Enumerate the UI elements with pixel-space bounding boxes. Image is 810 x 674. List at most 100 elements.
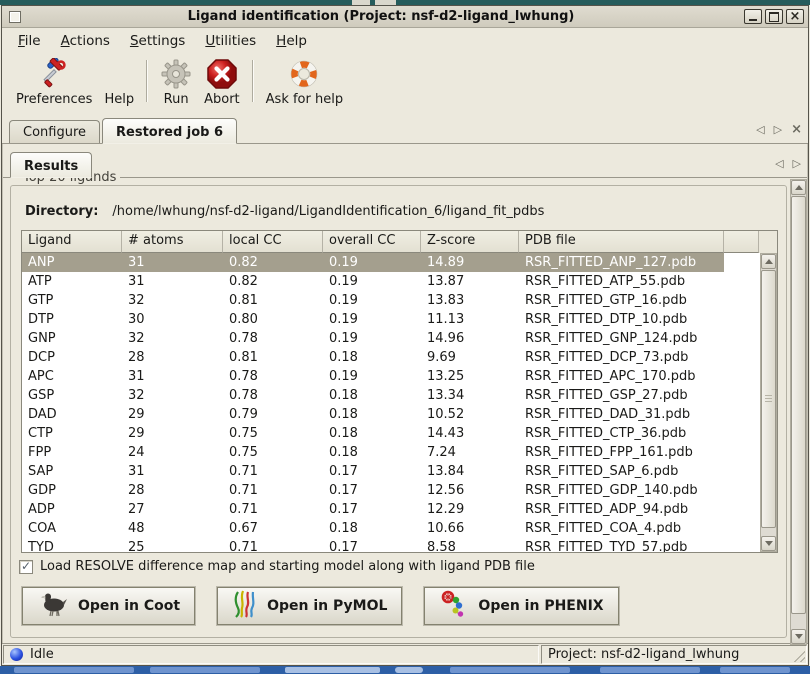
preferences-button[interactable]: Preferences	[10, 56, 98, 108]
tab-configure[interactable]: Configure	[9, 120, 100, 143]
column-header[interactable]: Ligand	[22, 231, 122, 253]
column-header[interactable]: overall CC	[323, 231, 421, 253]
results-tabbar: Results	[3, 144, 807, 178]
table-cell: 32	[122, 329, 223, 348]
open-in-coot-button[interactable]: Open in Coot	[22, 587, 195, 625]
results-page: Top 20 ligands Directory:/home/lwhung/ns…	[3, 178, 807, 643]
table-row[interactable]: GSP320.780.1813.34RSR_FITTED_GSP_27.pdb	[22, 386, 724, 405]
table-cell: RSR_FITTED_ADP_94.pdb	[519, 500, 724, 519]
checkbox-checked-icon[interactable]	[19, 560, 33, 574]
tab-scroll-right-icon[interactable]	[774, 123, 782, 136]
scroll-down-icon[interactable]	[791, 629, 806, 644]
toolbar-label: Run	[164, 92, 189, 107]
button-label: Open in PHENIX	[478, 598, 603, 614]
table-cell: 32	[122, 386, 223, 405]
table-rows: ANP310.820.1914.89RSR_FITTED_ANP_127.pdb…	[22, 253, 777, 552]
table-cell: DCP	[22, 348, 122, 367]
ask-for-help-button[interactable]: Ask for help	[260, 56, 349, 108]
table-row[interactable]: APC310.780.1913.25RSR_FITTED_APC_170.pdb	[22, 367, 724, 386]
table-cell: DTP	[22, 310, 122, 329]
table-row[interactable]: DTP300.800.1911.13RSR_FITTED_DTP_10.pdb	[22, 310, 724, 329]
table-row[interactable]: GTP320.810.1913.83RSR_FITTED_GTP_16.pdb	[22, 291, 724, 310]
tab-results[interactable]: Results	[10, 152, 92, 178]
table-cell: 32	[122, 291, 223, 310]
page-scrollbar[interactable]	[790, 179, 807, 645]
menu-settings[interactable]: Settings	[120, 30, 195, 52]
taskbar-item	[285, 667, 380, 673]
column-header[interactable]: PDB file	[519, 231, 724, 253]
maximize-button[interactable]	[765, 9, 783, 24]
directory-path: /home/lwhung/nsf-d2-ligand/LigandIdentif…	[112, 204, 544, 219]
table-row[interactable]: CTP290.750.1814.43RSR_FITTED_CTP_36.pdb	[22, 424, 724, 443]
scroll-up-icon[interactable]	[791, 180, 806, 195]
table-cell: 28	[122, 348, 223, 367]
tab-scroll-left-icon[interactable]	[775, 157, 783, 170]
table-cell: RSR_FITTED_ATP_55.pdb	[519, 272, 724, 291]
column-header[interactable]: # atoms	[122, 231, 223, 253]
titlebar[interactable]: Ligand identification (Project: nsf-d2-l…	[2, 6, 808, 28]
table-row[interactable]: COA480.670.1810.66RSR_FITTED_COA_4.pdb	[22, 519, 724, 538]
table-cell: 11.13	[421, 310, 519, 329]
table-cell: RSR_FITTED_APC_170.pdb	[519, 367, 724, 386]
open-in-phenix-button[interactable]: Open in PHENIX	[424, 587, 618, 625]
table-row[interactable]: ADP270.710.1712.29RSR_FITTED_ADP_94.pdb	[22, 500, 724, 519]
project-text: Project: nsf-d2-ligand_lwhung	[548, 647, 739, 662]
table-cell: 0.82	[223, 253, 323, 272]
table-cell: COA	[22, 519, 122, 538]
table-cell: 0.18	[323, 443, 421, 462]
table-row[interactable]: GDP280.710.1712.56RSR_FITTED_GDP_140.pdb	[22, 481, 724, 500]
table-scrollbar[interactable]	[760, 253, 777, 552]
toolbar-label: Abort	[204, 92, 240, 107]
close-button[interactable]	[786, 9, 804, 24]
table-row[interactable]: ATP310.820.1913.87RSR_FITTED_ATP_55.pdb	[22, 272, 724, 291]
menu-utilities[interactable]: Utilities	[195, 30, 266, 52]
table-row[interactable]: DAD290.790.1810.52RSR_FITTED_DAD_31.pdb	[22, 405, 724, 424]
table-cell: RSR_FITTED_TYD_57.pdb	[519, 538, 724, 552]
table-cell: RSR_FITTED_SAP_6.pdb	[519, 462, 724, 481]
table-cell: 30	[122, 310, 223, 329]
menubar: File Actions Settings Utilities Help	[2, 28, 808, 54]
table-row[interactable]: TYD250.710.178.58RSR_FITTED_TYD_57.pdb	[22, 538, 724, 552]
checkbox-label: Load RESOLVE difference map and starting…	[40, 559, 535, 574]
table-cell: 29	[122, 424, 223, 443]
status-text: Idle	[30, 647, 54, 662]
toolbar-label: Help	[104, 92, 134, 107]
page-scrollbar-thumb[interactable]	[791, 196, 806, 614]
tab-scroll-right-icon[interactable]	[793, 157, 801, 170]
table-cell: 8.58	[421, 538, 519, 552]
table-cell: RSR_FITTED_DTP_10.pdb	[519, 310, 724, 329]
table-cell: 12.29	[421, 500, 519, 519]
table-row[interactable]: ANP310.820.1914.89RSR_FITTED_ANP_127.pdb	[22, 253, 724, 272]
menu-actions[interactable]: Actions	[51, 30, 120, 52]
table-scrollbar-thumb[interactable]	[761, 270, 776, 528]
tab-restored-job-6[interactable]: Restored job 6	[102, 118, 237, 144]
abort-button[interactable]: Abort	[198, 56, 246, 108]
minimize-button[interactable]	[744, 9, 762, 24]
load-map-option[interactable]: Load RESOLVE difference map and starting…	[19, 559, 535, 574]
tab-close-icon[interactable]	[791, 122, 802, 137]
table-row[interactable]: SAP310.710.1713.84RSR_FITTED_SAP_6.pdb	[22, 462, 724, 481]
tab-nav-controls	[775, 157, 801, 170]
window-title: Ligand identification (Project: nsf-d2-l…	[21, 9, 741, 24]
scroll-down-icon[interactable]	[761, 536, 776, 551]
tab-scroll-left-icon[interactable]	[756, 123, 764, 136]
project-panel: Project: nsf-d2-ligand_lwhung	[541, 645, 807, 664]
table-row[interactable]: GNP320.780.1914.96RSR_FITTED_GNP_124.pdb	[22, 329, 724, 348]
resize-grip[interactable]	[791, 648, 805, 662]
open-in-pymol-button[interactable]: Open in PyMOL	[217, 587, 402, 625]
table-row[interactable]: DCP280.810.189.69RSR_FITTED_DCP_73.pdb	[22, 348, 724, 367]
table-cell: 13.84	[421, 462, 519, 481]
table-cell: 0.18	[323, 386, 421, 405]
table-cell: FPP	[22, 443, 122, 462]
run-button[interactable]: Run	[154, 56, 198, 108]
help-button[interactable]: Help	[98, 56, 140, 108]
status-idle-icon	[10, 648, 23, 661]
menu-file[interactable]: File	[8, 30, 51, 52]
table-cell: GSP	[22, 386, 122, 405]
menu-help[interactable]: Help	[266, 30, 317, 52]
column-header[interactable]: local CC	[223, 231, 323, 253]
scroll-up-icon[interactable]	[761, 254, 776, 269]
table-row[interactable]: FPP240.750.187.24RSR_FITTED_FPP_161.pdb	[22, 443, 724, 462]
column-header[interactable]: Z-score	[421, 231, 519, 253]
toolbar-separator	[146, 60, 148, 102]
